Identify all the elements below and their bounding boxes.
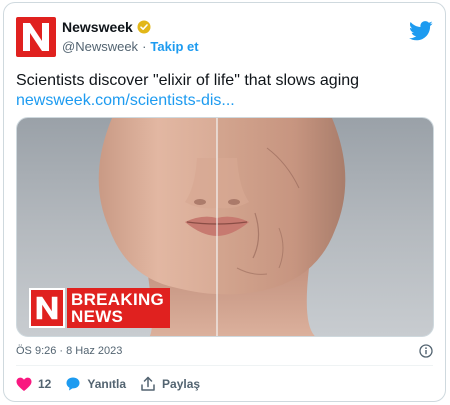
newsweek-logo-icon (23, 23, 49, 51)
like-count: 12 (38, 377, 52, 391)
name-row: Newsweek (62, 19, 151, 35)
reply-button[interactable]: Yanıtla (65, 376, 126, 392)
tweet-header: Newsweek @Newsweek · Takip et (16, 15, 433, 59)
breaking-line2: NEWS (71, 307, 124, 326)
account-name[interactable]: Newsweek (62, 19, 133, 35)
verified-badge-icon (137, 20, 151, 34)
tweet-media-image[interactable]: BREAKING NEWS (16, 117, 434, 337)
share-button[interactable]: Paylaş (140, 376, 200, 392)
separator-dot: · (142, 39, 147, 54)
tweet-actions: 12 Yanıtla Paylaş (16, 373, 433, 395)
account-handle[interactable]: @Newsweek (62, 39, 138, 54)
tweet-text: Scientists discover "elixir of life" tha… (16, 72, 360, 89)
newsweek-logo-avatar[interactable] (16, 17, 56, 57)
tweet-card[interactable]: Newsweek @Newsweek · Takip et Scientists… (3, 2, 446, 402)
share-icon (141, 376, 155, 391)
heart-icon (16, 377, 32, 391)
tweet-meta-row: ÖS 9:26 · 8 Haz 2023 (16, 343, 433, 359)
breaking-line1: BREAKING (71, 290, 165, 309)
handle-row: @Newsweek · Takip et (62, 39, 199, 54)
reply-label: Yanıtla (87, 377, 127, 391)
newsweek-logo-icon (29, 288, 65, 328)
tweet-link[interactable]: newsweek.com/scientists-dis... (16, 91, 235, 111)
divider (16, 365, 433, 366)
info-icon[interactable] (419, 344, 433, 358)
twitter-bird-icon[interactable] (409, 21, 433, 41)
breaking-news-badge: BREAKING NEWS (29, 288, 171, 328)
breaking-news-text: BREAKING NEWS (67, 288, 171, 328)
reply-bubble-icon (66, 377, 80, 391)
like-button[interactable]: 12 (16, 377, 51, 392)
tweet-timestamp[interactable]: ÖS 9:26 · 8 Haz 2023 (16, 345, 122, 357)
share-label: Paylaş (162, 377, 201, 391)
follow-button[interactable]: Takip et (150, 39, 198, 54)
